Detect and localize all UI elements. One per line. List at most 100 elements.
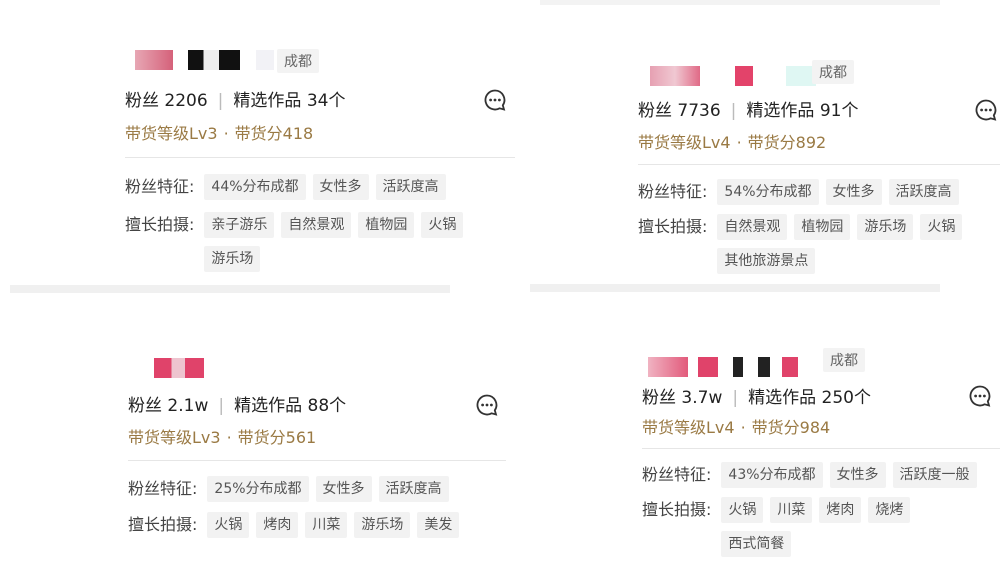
skill-tag: 自然景观 <box>281 212 352 238</box>
skill-tag: 烤肉 <box>819 497 862 523</box>
sales-level: 带货等级Lv4 <box>638 133 731 152</box>
skill-tag: 游乐场 <box>204 246 261 272</box>
skill-tag: 植物园 <box>794 214 851 240</box>
fans-count: 2.1w <box>167 396 209 416</box>
fan-features-label: 粉丝特征: <box>638 182 708 201</box>
feature-tag: 44%分布成都 <box>204 174 306 200</box>
skill-tag: 其他旅游景点 <box>717 248 816 274</box>
fans-label: 粉丝 <box>128 396 162 416</box>
message-icon[interactable] <box>483 88 507 112</box>
feature-tag: 活跃度高 <box>375 174 446 200</box>
feature-tag: 女性多 <box>825 179 882 205</box>
works-label: 精选作品 <box>233 91 302 111</box>
skills-row: 擅长拍摄: 火锅 川菜 烤肉 烧烤 西式简餐 <box>642 497 1000 557</box>
feature-tag: 25%分布成都 <box>207 476 309 502</box>
name-blurred <box>698 357 798 377</box>
stats-line: 粉丝 7736 | 精选作品 91个 <box>638 101 859 121</box>
sales-level: 带货等级Lv3 <box>125 124 218 143</box>
name-blurred <box>188 50 240 70</box>
divider <box>638 164 1000 165</box>
skills-row: 擅长拍摄: 火锅 烤肉 川菜 游乐场 美发 <box>128 512 508 538</box>
fan-features-label: 粉丝特征: <box>642 465 712 484</box>
skills-label: 擅长拍摄: <box>125 215 195 234</box>
sales-score: 带货分561 <box>237 428 317 447</box>
skill-tag: 川菜 <box>305 512 348 538</box>
separator-top-right <box>540 0 940 5</box>
fan-features-label: 粉丝特征: <box>128 479 198 498</box>
sales-score: 带货分984 <box>751 418 831 437</box>
level-line: 带货等级Lv3 · 带货分418 <box>125 124 314 143</box>
works-count: 88个 <box>307 396 347 416</box>
feature-tag: 女性多 <box>829 462 886 488</box>
sales-level: 带货等级Lv3 <box>128 428 221 447</box>
feature-tag: 活跃度高 <box>378 476 449 502</box>
divider <box>642 448 1000 449</box>
separator-left <box>10 285 450 293</box>
separator-right <box>530 284 940 292</box>
skills-label: 擅长拍摄: <box>638 217 708 236</box>
skill-tag: 游乐场 <box>354 512 411 538</box>
city-badge: 成都 <box>277 49 319 73</box>
name-blurred <box>650 66 700 86</box>
fans-count: 3.7w <box>681 388 723 408</box>
message-icon[interactable] <box>968 384 992 408</box>
fans-count: 2206 <box>164 91 208 111</box>
level-line: 带货等级Lv4 · 带货分984 <box>642 418 831 437</box>
name-blurred <box>735 66 753 86</box>
fan-features-row: 粉丝特征: 54%分布成都 女性多 活跃度高 <box>638 179 993 205</box>
fan-features-label: 粉丝特征: <box>125 177 195 196</box>
message-icon[interactable] <box>475 393 499 417</box>
feature-tag: 活跃度高 <box>888 179 959 205</box>
skill-tag: 火锅 <box>920 214 963 240</box>
works-count: 34个 <box>306 91 346 111</box>
works-count: 250个 <box>821 388 871 408</box>
works-label: 精选作品 <box>746 101 815 121</box>
name-blurred <box>154 358 204 378</box>
divider <box>128 460 506 461</box>
works-count: 91个 <box>819 101 859 121</box>
skill-tag: 火锅 <box>421 212 464 238</box>
name-blurred <box>256 50 274 70</box>
feature-tag: 54%分布成都 <box>717 179 819 205</box>
sales-level: 带货等级Lv4 <box>642 418 735 437</box>
skill-tag: 川菜 <box>770 497 813 523</box>
name-blurred <box>135 50 173 70</box>
skills-label: 擅长拍摄: <box>642 500 712 519</box>
sales-score: 带货分418 <box>234 124 314 143</box>
stats-line: 粉丝 2206 | 精选作品 34个 <box>125 91 346 111</box>
skill-tag: 火锅 <box>207 512 250 538</box>
skill-tag: 自然景观 <box>717 214 788 240</box>
fans-label: 粉丝 <box>125 91 159 111</box>
skill-tag: 西式简餐 <box>721 531 792 557</box>
level-line: 带货等级Lv4 · 带货分892 <box>638 133 827 152</box>
skills-label: 擅长拍摄: <box>128 515 198 534</box>
skill-tag: 烧烤 <box>868 497 911 523</box>
fans-label: 粉丝 <box>642 388 676 408</box>
name-blurred <box>648 357 688 377</box>
works-label: 精选作品 <box>234 396 303 416</box>
skills-row: 擅长拍摄: 自然景观 植物园 游乐场 火锅 其他旅游景点 <box>638 214 993 274</box>
feature-tag: 活跃度一般 <box>892 462 977 488</box>
city-badge: 成都 <box>823 348 865 372</box>
skill-tag: 火锅 <box>721 497 764 523</box>
sales-score: 带货分892 <box>747 133 827 152</box>
message-icon[interactable] <box>974 98 998 122</box>
works-label: 精选作品 <box>748 388 817 408</box>
feature-tag: 女性多 <box>315 476 372 502</box>
skill-tag: 亲子游乐 <box>204 212 275 238</box>
skills-row: 擅长拍摄: 亲子游乐 自然景观 植物园 火锅 游乐场 <box>125 212 515 272</box>
level-line: 带货等级Lv3 · 带货分561 <box>128 428 317 447</box>
skill-tag: 植物园 <box>358 212 415 238</box>
stats-line: 粉丝 3.7w | 精选作品 250个 <box>642 388 871 408</box>
fan-features-row: 粉丝特征: 44%分布成都 女性多 活跃度高 <box>125 174 515 200</box>
skill-tag: 美发 <box>417 512 460 538</box>
skill-tag: 游乐场 <box>857 214 914 240</box>
fan-features-row: 粉丝特征: 43%分布成都 女性多 活跃度一般 <box>642 462 997 488</box>
skill-tag: 烤肉 <box>256 512 299 538</box>
city-badge: 成都 <box>812 60 854 84</box>
feature-tag: 43%分布成都 <box>721 462 823 488</box>
stats-line: 粉丝 2.1w | 精选作品 88个 <box>128 396 347 416</box>
fans-label: 粉丝 <box>638 101 672 121</box>
divider <box>125 157 515 158</box>
feature-tag: 女性多 <box>312 174 369 200</box>
